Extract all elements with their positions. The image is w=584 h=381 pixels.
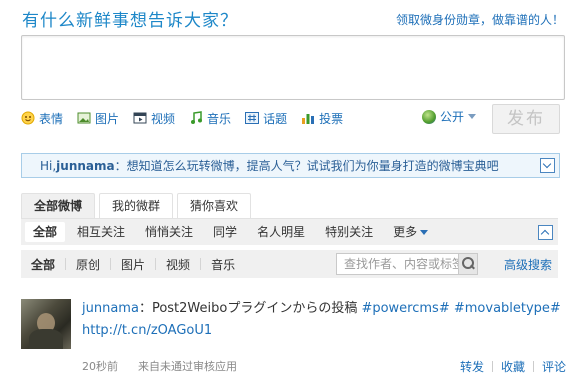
tab-my-groups[interactable]: 我的微群 — [99, 193, 174, 219]
feed-item-content: junnama：Post2Weiboプラグインからの投稿 #powercms# … — [82, 298, 562, 342]
filter-all[interactable]: 全部 — [25, 222, 66, 242]
toolbar-image[interactable]: 图片 — [77, 110, 119, 127]
favorite-button[interactable]: 收藏 — [501, 358, 525, 375]
feed-item-username[interactable]: junnama — [82, 301, 139, 316]
tip-message[interactable]: ：想知道怎么玩转微博，提高人气？试试我们为你量身打造的微博宝典吧 — [115, 159, 499, 173]
tab-recommend[interactable]: 猜你喜欢 — [177, 193, 252, 219]
search-button[interactable] — [458, 254, 477, 274]
divider — [532, 361, 534, 372]
feed-search — [336, 253, 478, 275]
subfilter-music[interactable]: 音乐 — [201, 256, 245, 273]
toolbar-topic[interactable]: 话题 — [245, 110, 287, 127]
music-icon — [189, 111, 203, 125]
feed-item-source: 来自未通过审核应用 — [138, 360, 237, 373]
short-url-link[interactable]: http://t.cn/zOAGoU1 — [82, 323, 212, 338]
tab-all-weibo[interactable]: 全部微博 — [21, 193, 96, 219]
subfilter-video[interactable]: 视频 — [156, 256, 200, 273]
subfilter-all[interactable]: 全部 — [21, 256, 65, 273]
hashtag-link[interactable]: #movabletype# — [454, 301, 561, 316]
toolbar-topic-label: 话题 — [263, 111, 288, 126]
feed-item-actions: 转发 收藏 评论 — [460, 358, 566, 375]
tip-text: Hi,junnama：想知道怎么玩转微博，提高人气？试试我们为你量身打造的微博宝… — [40, 157, 499, 174]
content-filter-bar: 全部 原创 图片 视频 音乐 高级搜索 — [21, 250, 558, 278]
advanced-search-link[interactable]: 高级搜索 — [504, 256, 552, 273]
feed-item-time[interactable]: 20秒前 — [82, 358, 118, 374]
poll-icon — [301, 111, 315, 125]
collapse-button[interactable] — [538, 225, 553, 240]
badge-promo-link[interactable]: 领取微身份勋章，做靠谱的人！ — [396, 11, 564, 28]
subfilter-original[interactable]: 原创 — [66, 256, 110, 273]
repost-button[interactable]: 转发 — [460, 358, 484, 375]
filter-more[interactable]: 更多 — [385, 222, 436, 242]
toolbar-music-label: 音乐 — [207, 111, 232, 126]
hashtag-link[interactable]: #powercms# — [361, 301, 449, 316]
composer-toolbar: 表情 图片 视频 音乐 话题 投票 — [21, 104, 357, 132]
tip-expand-button[interactable] — [540, 158, 555, 173]
tip-prefix: Hi, — [40, 159, 57, 173]
publish-button[interactable]: 发布 — [492, 104, 560, 134]
chevron-up-icon — [540, 229, 550, 239]
avatar[interactable] — [21, 299, 71, 349]
filter-secret[interactable]: 悄悄关注 — [137, 222, 201, 242]
chevron-down-icon — [420, 229, 429, 235]
toolbar-image-label: 图片 — [95, 111, 120, 126]
toolbar-emoticon[interactable]: 表情 — [21, 110, 63, 127]
toolbar-music[interactable]: 音乐 — [189, 110, 231, 127]
toolbar-poll-label: 投票 — [319, 111, 344, 126]
filter-special[interactable]: 特别关注 — [317, 222, 381, 242]
toolbar-video-label: 视频 — [151, 111, 176, 126]
image-icon — [77, 111, 91, 125]
tip-username[interactable]: junnama — [56, 159, 114, 173]
tip-banner: Hi,junnama：想知道怎么玩转微博，提高人气？试试我们为你量身打造的微博宝… — [21, 153, 560, 178]
feed-item-text: ：Post2Weiboプラグインからの投稿 — [138, 301, 362, 316]
avatar-body — [29, 329, 63, 349]
filter-mutual[interactable]: 相互关注 — [69, 222, 133, 242]
feed-item-meta: 20秒前 来自未通过审核应用 — [82, 358, 237, 374]
filter-celebrities[interactable]: 名人明星 — [249, 222, 313, 242]
subfilter-image[interactable]: 图片 — [111, 256, 155, 273]
filter-more-label: 更多 — [393, 225, 418, 239]
chevron-down-icon — [542, 159, 552, 169]
composer-headline: 有什么新鲜事想告诉大家？ — [22, 11, 238, 31]
video-icon — [133, 111, 147, 125]
globe-icon — [422, 109, 436, 124]
chevron-down-icon — [468, 114, 477, 119]
search-icon-handle — [470, 264, 475, 270]
filter-classmates[interactable]: 同学 — [205, 222, 245, 242]
feed-tabs: 全部微博 我的微群 猜你喜欢 — [21, 192, 255, 219]
hashtag-icon — [245, 111, 260, 125]
toolbar-emoticon-label: 表情 — [39, 111, 64, 126]
visibility-selector[interactable]: 公开 — [422, 108, 477, 125]
comment-button[interactable]: 评论 — [542, 358, 566, 375]
smiley-icon — [21, 111, 35, 125]
feed-search-input[interactable] — [342, 256, 466, 272]
toolbar-video[interactable]: 视频 — [133, 110, 175, 127]
group-filter-bar: 全部 相互关注 悄悄关注 同学 名人明星 特别关注 更多 — [21, 219, 558, 245]
post-textarea[interactable] — [21, 35, 565, 100]
divider — [491, 361, 493, 372]
visibility-label: 公开 — [440, 110, 465, 124]
toolbar-poll[interactable]: 投票 — [301, 110, 343, 127]
